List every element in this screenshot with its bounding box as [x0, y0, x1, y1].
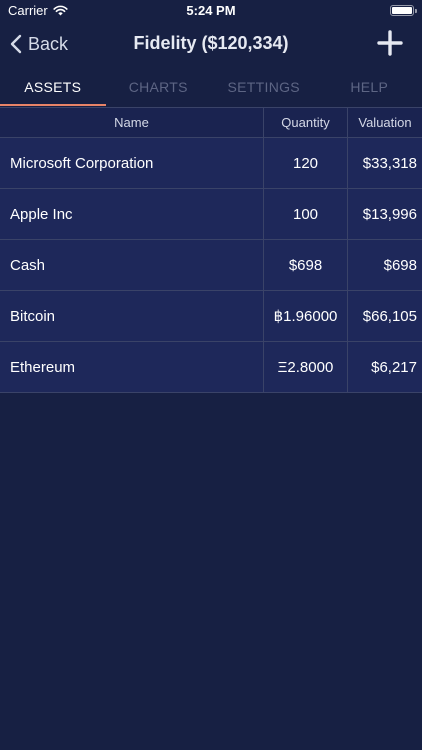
table-row[interactable]: Apple Inc 100 $13,996	[0, 189, 422, 240]
table-header-row: Name Quantity Valuation	[0, 108, 422, 138]
table-row[interactable]: Cash $698 $698	[0, 240, 422, 291]
asset-quantity: ฿1.96000	[263, 291, 347, 341]
asset-name: Apple Inc	[10, 205, 73, 223]
add-button[interactable]	[376, 29, 404, 57]
tab-charts[interactable]: CHARTS	[106, 68, 212, 106]
asset-quantity: 120	[263, 138, 347, 188]
assets-table: Name Quantity Valuation Microsoft Corpor…	[0, 107, 422, 393]
column-header-quantity[interactable]: Quantity	[263, 108, 347, 137]
asset-name: Cash	[10, 256, 46, 274]
tab-assets[interactable]: ASSETS	[0, 68, 106, 106]
screen: Carrier 5:24 PM Back Fidelity ($120,334)…	[0, 0, 422, 750]
asset-valuation: $698	[347, 240, 422, 290]
status-time: 5:24 PM	[186, 3, 236, 18]
asset-name: Ethereum	[10, 358, 76, 376]
status-bar: Carrier 5:24 PM	[0, 0, 422, 22]
battery-fill	[392, 7, 412, 14]
navigation-bar: Back Fidelity ($120,334)	[0, 22, 422, 66]
asset-name: Bitcoin	[10, 307, 56, 325]
tab-bar: ASSETS CHARTS SETTINGS HELP	[0, 68, 422, 106]
asset-valuation: $6,217	[347, 342, 422, 392]
page-title: Fidelity ($120,334)	[133, 33, 289, 53]
column-header-valuation[interactable]: Valuation	[347, 108, 422, 137]
asset-valuation: $33,318	[347, 138, 422, 188]
asset-name: Microsoft Corporation	[10, 154, 154, 172]
table-row[interactable]: Bitcoin ฿1.96000 $66,105	[0, 291, 422, 342]
table-row[interactable]: Ethereum Ξ2.8000 $6,217	[0, 342, 422, 393]
asset-quantity: $698	[263, 240, 347, 290]
battery-cap	[415, 9, 417, 13]
plus-icon	[377, 30, 403, 56]
tab-settings[interactable]: SETTINGS	[211, 68, 317, 106]
asset-quantity: Ξ2.8000	[263, 342, 347, 392]
asset-quantity: 100	[263, 189, 347, 239]
asset-valuation: $13,996	[347, 189, 422, 239]
battery-icon	[390, 5, 417, 16]
table-row[interactable]: Microsoft Corporation 120 $33,318	[0, 138, 422, 189]
column-header-name[interactable]: Name	[0, 108, 263, 137]
asset-valuation: $66,105	[347, 291, 422, 341]
tab-help[interactable]: HELP	[317, 68, 422, 106]
